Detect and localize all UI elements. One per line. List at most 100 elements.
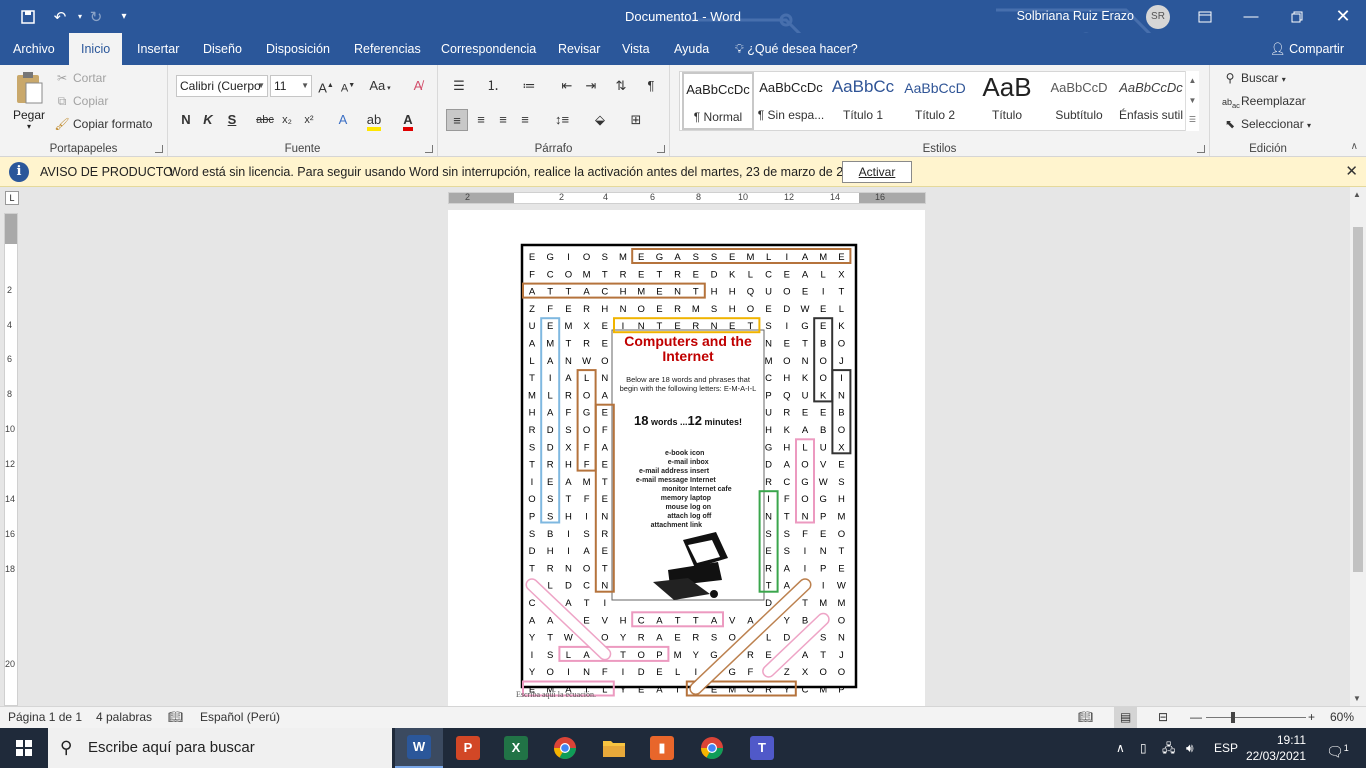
- paste-button[interactable]: Pegar ▾: [10, 71, 48, 135]
- tab-selector-icon[interactable]: L: [5, 191, 19, 205]
- font-launcher-icon[interactable]: [425, 145, 433, 153]
- minimize-button[interactable]: —: [1228, 0, 1274, 33]
- read-mode-icon[interactable]: 📖︎: [1078, 707, 1093, 728]
- change-case-button[interactable]: Aa ▾: [366, 75, 394, 97]
- taskbar-teams[interactable]: T: [738, 728, 786, 768]
- proofing-icon[interactable]: 📖︎: [168, 707, 183, 728]
- increase-indent-icon[interactable]: ⇥: [580, 75, 602, 97]
- user-name[interactable]: Solbriana Ruiz Erazo: [1017, 0, 1134, 33]
- superscript-button[interactable]: x²: [300, 109, 318, 131]
- styles-scroll[interactable]: ▲ ▼ ☰: [1185, 71, 1199, 131]
- taskbar-powerpoint[interactable]: P: [444, 728, 492, 768]
- maximize-button[interactable]: [1274, 0, 1320, 33]
- align-left-icon[interactable]: ≡: [446, 109, 468, 131]
- style-subtle-emphasis[interactable]: AaBbCcDc Énfasis sutil: [1115, 72, 1187, 130]
- shading-icon[interactable]: ⬙: [586, 109, 614, 131]
- zoom-slider[interactable]: [1206, 717, 1306, 718]
- text-effects-icon[interactable]: A: [332, 109, 354, 131]
- paragraph-launcher-icon[interactable]: [657, 145, 665, 153]
- notifications-icon[interactable]: 🗨︎1: [1326, 728, 1349, 768]
- tab-diseno[interactable]: Diseño: [191, 33, 254, 65]
- network-icon[interactable]: 🖧︎: [1162, 728, 1175, 768]
- clock[interactable]: 19:11 22/03/2021: [1246, 732, 1306, 764]
- align-right-icon[interactable]: ≡: [492, 109, 514, 131]
- show-marks-icon[interactable]: ¶: [640, 75, 662, 97]
- bullets-icon[interactable]: ☰: [448, 75, 470, 97]
- multilevel-list-icon[interactable]: ≔: [518, 75, 540, 97]
- tab-vista[interactable]: Vista: [610, 33, 662, 65]
- equation-placeholder[interactable]: Escriba aquí la ecuación.: [516, 690, 596, 699]
- taskbar-search[interactable]: ⚲ Escribe aquí para buscar: [48, 728, 392, 768]
- print-layout-icon[interactable]: ▤: [1114, 707, 1138, 728]
- italic-button[interactable]: K: [200, 109, 216, 131]
- style-no-spacing[interactable]: AaBbCcDc ¶ Sin espa...: [755, 72, 827, 130]
- language-status[interactable]: Español (Perú): [200, 707, 280, 728]
- scroll-down-icon[interactable]: ▼: [1186, 91, 1199, 111]
- taskbar-chrome-2[interactable]: [688, 728, 736, 768]
- taskbar-chrome[interactable]: [541, 728, 589, 768]
- font-name-combo[interactable]: Calibri (Cuerpo ▼: [176, 75, 268, 97]
- replace-button[interactable]: abacReemplazar: [1222, 94, 1306, 110]
- taskbar-file-explorer[interactable]: [590, 728, 638, 768]
- scroll-down-icon[interactable]: ▼: [1353, 694, 1361, 703]
- font-color-icon[interactable]: A: [396, 109, 420, 131]
- format-painter-button[interactable]: 🖌︎ Copiar formato: [54, 117, 152, 131]
- zoom-level[interactable]: 60%: [1330, 707, 1354, 728]
- horizontal-ruler[interactable]: 2 2 4 6 8 10 12 14 16: [448, 192, 926, 204]
- tab-correspondencia[interactable]: Correspondencia: [429, 33, 548, 65]
- volume-icon[interactable]: 🔊︎: [1186, 728, 1194, 768]
- redo-icon[interactable]: ↻: [82, 0, 110, 33]
- show-hidden-icons[interactable]: ∧: [1116, 728, 1125, 768]
- input-language[interactable]: ESP: [1214, 728, 1238, 768]
- subscript-button[interactable]: x₂: [278, 109, 296, 131]
- bold-button[interactable]: N: [178, 109, 194, 131]
- save-icon[interactable]: [14, 0, 42, 33]
- share-button[interactable]: 👤︎ Compartir: [1270, 33, 1344, 65]
- shrink-font-icon[interactable]: A▼: [340, 75, 356, 97]
- close-icon[interactable]: ✕: [1345, 157, 1358, 187]
- tab-archivo[interactable]: Archivo: [1, 33, 67, 65]
- page-count[interactable]: Página 1 de 1: [8, 707, 82, 728]
- scrollbar-thumb[interactable]: [1353, 227, 1363, 572]
- vertical-scrollbar[interactable]: ▲ ▼: [1350, 187, 1366, 706]
- find-button[interactable]: ⚲ Buscar ▾: [1222, 71, 1286, 85]
- tell-me-box[interactable]: 💡︎ ¿Qué desea hacer?: [735, 33, 858, 65]
- style-normal[interactable]: AaBbCcDc ¶ Normal: [682, 72, 754, 130]
- avatar[interactable]: SR: [1146, 5, 1170, 29]
- style-heading-1[interactable]: AaBbCc Título 1: [827, 72, 899, 130]
- taskbar-office[interactable]: ▮: [638, 728, 686, 768]
- taskbar-excel[interactable]: X: [492, 728, 540, 768]
- strikethrough-button[interactable]: abc: [254, 109, 276, 131]
- tab-inicio[interactable]: Inicio: [69, 33, 123, 65]
- ribbon-display-icon[interactable]: [1182, 0, 1228, 33]
- more-styles-icon[interactable]: ☰: [1186, 111, 1199, 129]
- tab-referencias[interactable]: Referencias: [342, 33, 433, 65]
- start-button[interactable]: [0, 728, 48, 768]
- customize-toolbar-icon[interactable]: ▾: [110, 0, 138, 33]
- zoom-out-icon[interactable]: —: [1190, 707, 1202, 728]
- zoom-in-icon[interactable]: +: [1308, 707, 1315, 728]
- word-count[interactable]: 4 palabras: [96, 707, 152, 728]
- highlight-icon[interactable]: ab: [362, 109, 386, 131]
- line-spacing-icon[interactable]: ↕≡: [548, 109, 576, 131]
- taskbar-word[interactable]: W: [395, 728, 443, 768]
- zoom-slider-thumb[interactable]: [1231, 712, 1235, 723]
- copy-button[interactable]: ⧉ Copiar: [54, 94, 109, 109]
- collapse-ribbon-icon[interactable]: ∧: [1351, 141, 1358, 152]
- scroll-up-icon[interactable]: ▲: [1186, 71, 1199, 91]
- style-title[interactable]: AaB Título: [971, 72, 1043, 130]
- decrease-indent-icon[interactable]: ⇤: [556, 75, 578, 97]
- scroll-up-icon[interactable]: ▲: [1353, 190, 1361, 199]
- style-subtitle[interactable]: AaBbCcD Subtítulo: [1043, 72, 1115, 130]
- tab-disposicion[interactable]: Disposición: [254, 33, 342, 65]
- grow-font-icon[interactable]: A▲: [318, 75, 334, 97]
- tablet-icon[interactable]: ▯: [1140, 728, 1147, 768]
- tab-insertar[interactable]: Insertar: [125, 33, 191, 65]
- clear-formatting-icon[interactable]: A̸: [408, 75, 428, 97]
- activate-button[interactable]: Activar: [842, 161, 912, 183]
- underline-button[interactable]: S: [224, 109, 240, 131]
- borders-icon[interactable]: ⊞: [622, 109, 650, 131]
- document-page[interactable]: EGIOSMEGASSEMLIAMEFCOMTRETREDKLCEALXATTA…: [448, 210, 925, 706]
- justify-icon[interactable]: ≡: [514, 109, 536, 131]
- close-button[interactable]: ✕: [1320, 0, 1366, 33]
